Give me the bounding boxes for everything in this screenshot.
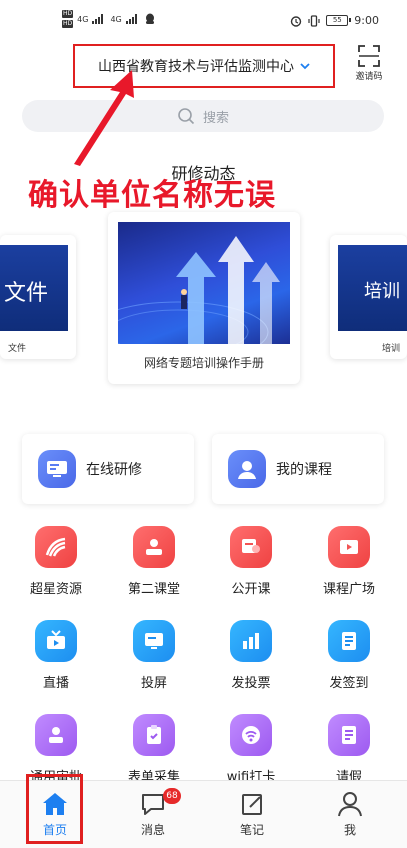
battery-icon: 55 — [326, 15, 352, 26]
grid-item-sign-in[interactable]: 发签到 — [299, 620, 399, 691]
nav-label: 我 — [343, 823, 356, 837]
scan-icon — [358, 45, 380, 67]
annotation-text: 确认单位名称无误 — [28, 178, 276, 213]
grid-item-chaoxing-resource[interactable]: 超星资源 — [6, 526, 106, 597]
vibrate-icon — [308, 14, 320, 27]
grid-item-screencast[interactable]: 投屏 — [104, 620, 204, 691]
annotation-arrow — [74, 70, 134, 166]
grid-item-second-classroom[interactable]: 第二课堂 — [104, 526, 204, 597]
card-image: 文件 — [0, 245, 68, 331]
grid-item-vote[interactable]: 发投票 — [201, 620, 301, 691]
network-type: 4G — [77, 14, 89, 24]
nav-label: 笔记 — [239, 823, 264, 837]
arrows-illustration — [118, 236, 280, 344]
wifi-checkin-icon — [230, 714, 272, 756]
signal-icon — [125, 14, 140, 24]
grid-label: 发投票 — [231, 676, 271, 691]
grid-item-course-square[interactable]: 课程广场 — [299, 526, 399, 597]
search-icon — [178, 108, 195, 125]
vote-icon — [230, 620, 272, 662]
grid-label: 投屏 — [140, 676, 167, 691]
invite-code-button[interactable]: 邀请码 — [349, 45, 389, 82]
card-caption: 培训 — [382, 344, 401, 354]
status-bar: HD HD 4G 4G 55 9:00 — [0, 0, 407, 40]
nav-profile[interactable]: 我 — [300, 781, 400, 848]
nav-label: 消息 — [140, 823, 165, 837]
my-courses-label: 我的课程 — [276, 462, 332, 478]
my-courses-button[interactable]: 我的课程 — [212, 434, 384, 504]
alarm-icon — [291, 15, 302, 27]
annotation-highlight-box — [26, 774, 83, 844]
approval-icon — [35, 714, 77, 756]
nav-messages[interactable]: 消息 — [103, 781, 203, 848]
screencast-icon — [133, 620, 175, 662]
network-indicators: HD HD 4G 4G — [62, 10, 156, 28]
qq-icon — [145, 13, 154, 24]
chevron-down-icon — [300, 63, 310, 70]
chaoxing-resource-icon — [35, 526, 77, 568]
form-collect-icon — [133, 714, 175, 756]
carousel-card-right[interactable]: 培训 培训 — [330, 235, 407, 359]
hd-badge: HD — [62, 20, 74, 28]
carousel-card-main[interactable]: 网络专题培训操作手册 — [108, 212, 300, 384]
signal-icon — [92, 14, 106, 24]
open-class-icon — [230, 526, 272, 568]
second-classroom-icon — [133, 526, 175, 568]
grid-item-open-class[interactable]: 公开课 — [201, 526, 301, 597]
network-type: 4G — [110, 14, 122, 24]
invite-label: 邀请码 — [355, 72, 383, 82]
grid-label: 课程广场 — [322, 582, 375, 597]
header: 山西省教育技术与评估监测中心 邀请码 — [0, 40, 407, 90]
status-right: 55 9:00 — [290, 14, 379, 27]
nav-notes[interactable]: 笔记 — [202, 781, 302, 848]
leave-icon — [328, 714, 370, 756]
online-study-icon — [38, 450, 76, 488]
card-caption: 网络专题培训操作手册 — [143, 356, 264, 370]
online-study-button[interactable]: 在线研修 — [22, 434, 194, 504]
grid-item-live[interactable]: 直播 — [6, 620, 106, 691]
grid-label: 超星资源 — [29, 582, 82, 597]
hd-badge: HD — [62, 10, 74, 18]
unread-badge: 68 — [163, 788, 181, 804]
grid-item-wifi-checkin[interactable]: wifi打卡 — [201, 714, 301, 785]
profile-icon — [338, 792, 362, 817]
grid-label: 第二课堂 — [127, 582, 180, 597]
grid-item-form-collect[interactable]: 表单采集 — [104, 714, 204, 785]
clock: 9:00 — [354, 14, 379, 27]
my-courses-icon — [228, 450, 266, 488]
grid-label: 公开课 — [231, 582, 271, 597]
online-study-label: 在线研修 — [86, 462, 142, 478]
card-image: 培训 — [338, 245, 407, 331]
carousel-card-left[interactable]: 文件 文件 — [0, 235, 76, 359]
live-icon — [35, 620, 77, 662]
search-placeholder: 搜索 — [202, 110, 229, 126]
sign-in-icon — [328, 620, 370, 662]
grid-label: 直播 — [42, 676, 69, 691]
card-image — [118, 222, 290, 344]
grid-label: 发签到 — [329, 676, 369, 691]
course-square-icon — [328, 526, 370, 568]
note-icon — [242, 794, 262, 815]
grid-item-leave[interactable]: 请假 — [299, 714, 399, 785]
card-caption: 文件 — [8, 344, 27, 354]
